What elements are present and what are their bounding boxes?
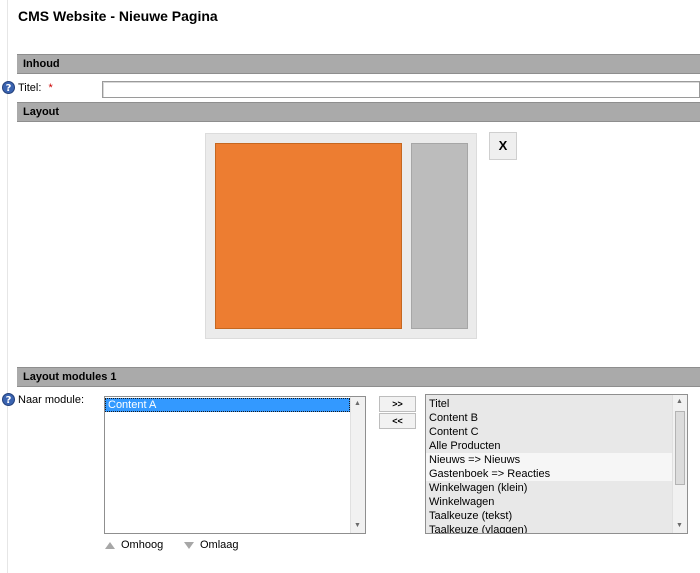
source-list-item[interactable]: Content C: [426, 425, 672, 439]
source-list-item[interactable]: Taalkeuze (tekst): [426, 509, 672, 523]
section-header-layout: Layout: [17, 102, 700, 122]
source-list-item[interactable]: Taalkeuze (vlaggen): [426, 523, 672, 533]
remove-module-button[interactable]: <<: [379, 413, 416, 429]
target-list-item[interactable]: Content A: [105, 398, 350, 412]
arrow-up-icon: [105, 541, 115, 549]
scroll-down-icon[interactable]: ▼: [676, 522, 683, 530]
source-module-list[interactable]: Titel Content B Content C Alle Producten Nie…: [425, 394, 688, 534]
move-up-button[interactable]: Omhoog: [105, 539, 163, 551]
add-module-button[interactable]: >>: [379, 396, 416, 412]
source-list-item[interactable]: Nieuws => Nieuws: [426, 453, 672, 467]
move-down-label: Omlaag: [200, 539, 239, 551]
source-list-item[interactable]: Winkelwagen (klein): [426, 481, 672, 495]
source-list-item[interactable]: Titel: [426, 397, 672, 411]
move-up-label: Omhoog: [121, 539, 164, 551]
scroll-up-icon[interactable]: ▲: [676, 398, 683, 406]
remove-layout-button[interactable]: X: [489, 132, 517, 160]
scroll-down-icon[interactable]: ▼: [354, 522, 361, 530]
source-list-item[interactable]: Alle Producten: [426, 439, 672, 453]
page-title: CMS Website - Nieuwe Pagina: [18, 8, 218, 24]
scroll-up-icon[interactable]: ▲: [354, 400, 361, 408]
title-label-row: Titel: *: [18, 82, 53, 94]
arrow-down-icon: [184, 541, 194, 549]
source-list-item[interactable]: Gastenboek => Reacties: [426, 467, 672, 481]
target-list-scrollbar[interactable]: ▲ ▼: [350, 397, 365, 533]
target-module-list[interactable]: Content A ▲ ▼: [104, 396, 366, 534]
layout-main-block[interactable]: [215, 143, 402, 329]
help-icon[interactable]: ?: [2, 81, 15, 94]
source-list-item[interactable]: Content B: [426, 411, 672, 425]
title-label: Titel:: [18, 82, 42, 94]
scrollbar-thumb[interactable]: [675, 411, 685, 485]
help-icon[interactable]: ?: [2, 393, 15, 406]
section-header-inhoud: Inhoud: [17, 54, 700, 74]
title-input[interactable]: [102, 81, 700, 98]
source-list-item[interactable]: Winkelwagen: [426, 495, 672, 509]
layout-side-block[interactable]: [411, 143, 468, 329]
source-list-scrollbar[interactable]: ▲ ▼: [672, 395, 687, 533]
module-label: Naar module:: [18, 394, 85, 406]
required-marker: *: [48, 82, 53, 94]
section-header-layout-modules: Layout modules 1: [17, 367, 700, 387]
move-down-button[interactable]: Omlaag: [184, 539, 239, 551]
